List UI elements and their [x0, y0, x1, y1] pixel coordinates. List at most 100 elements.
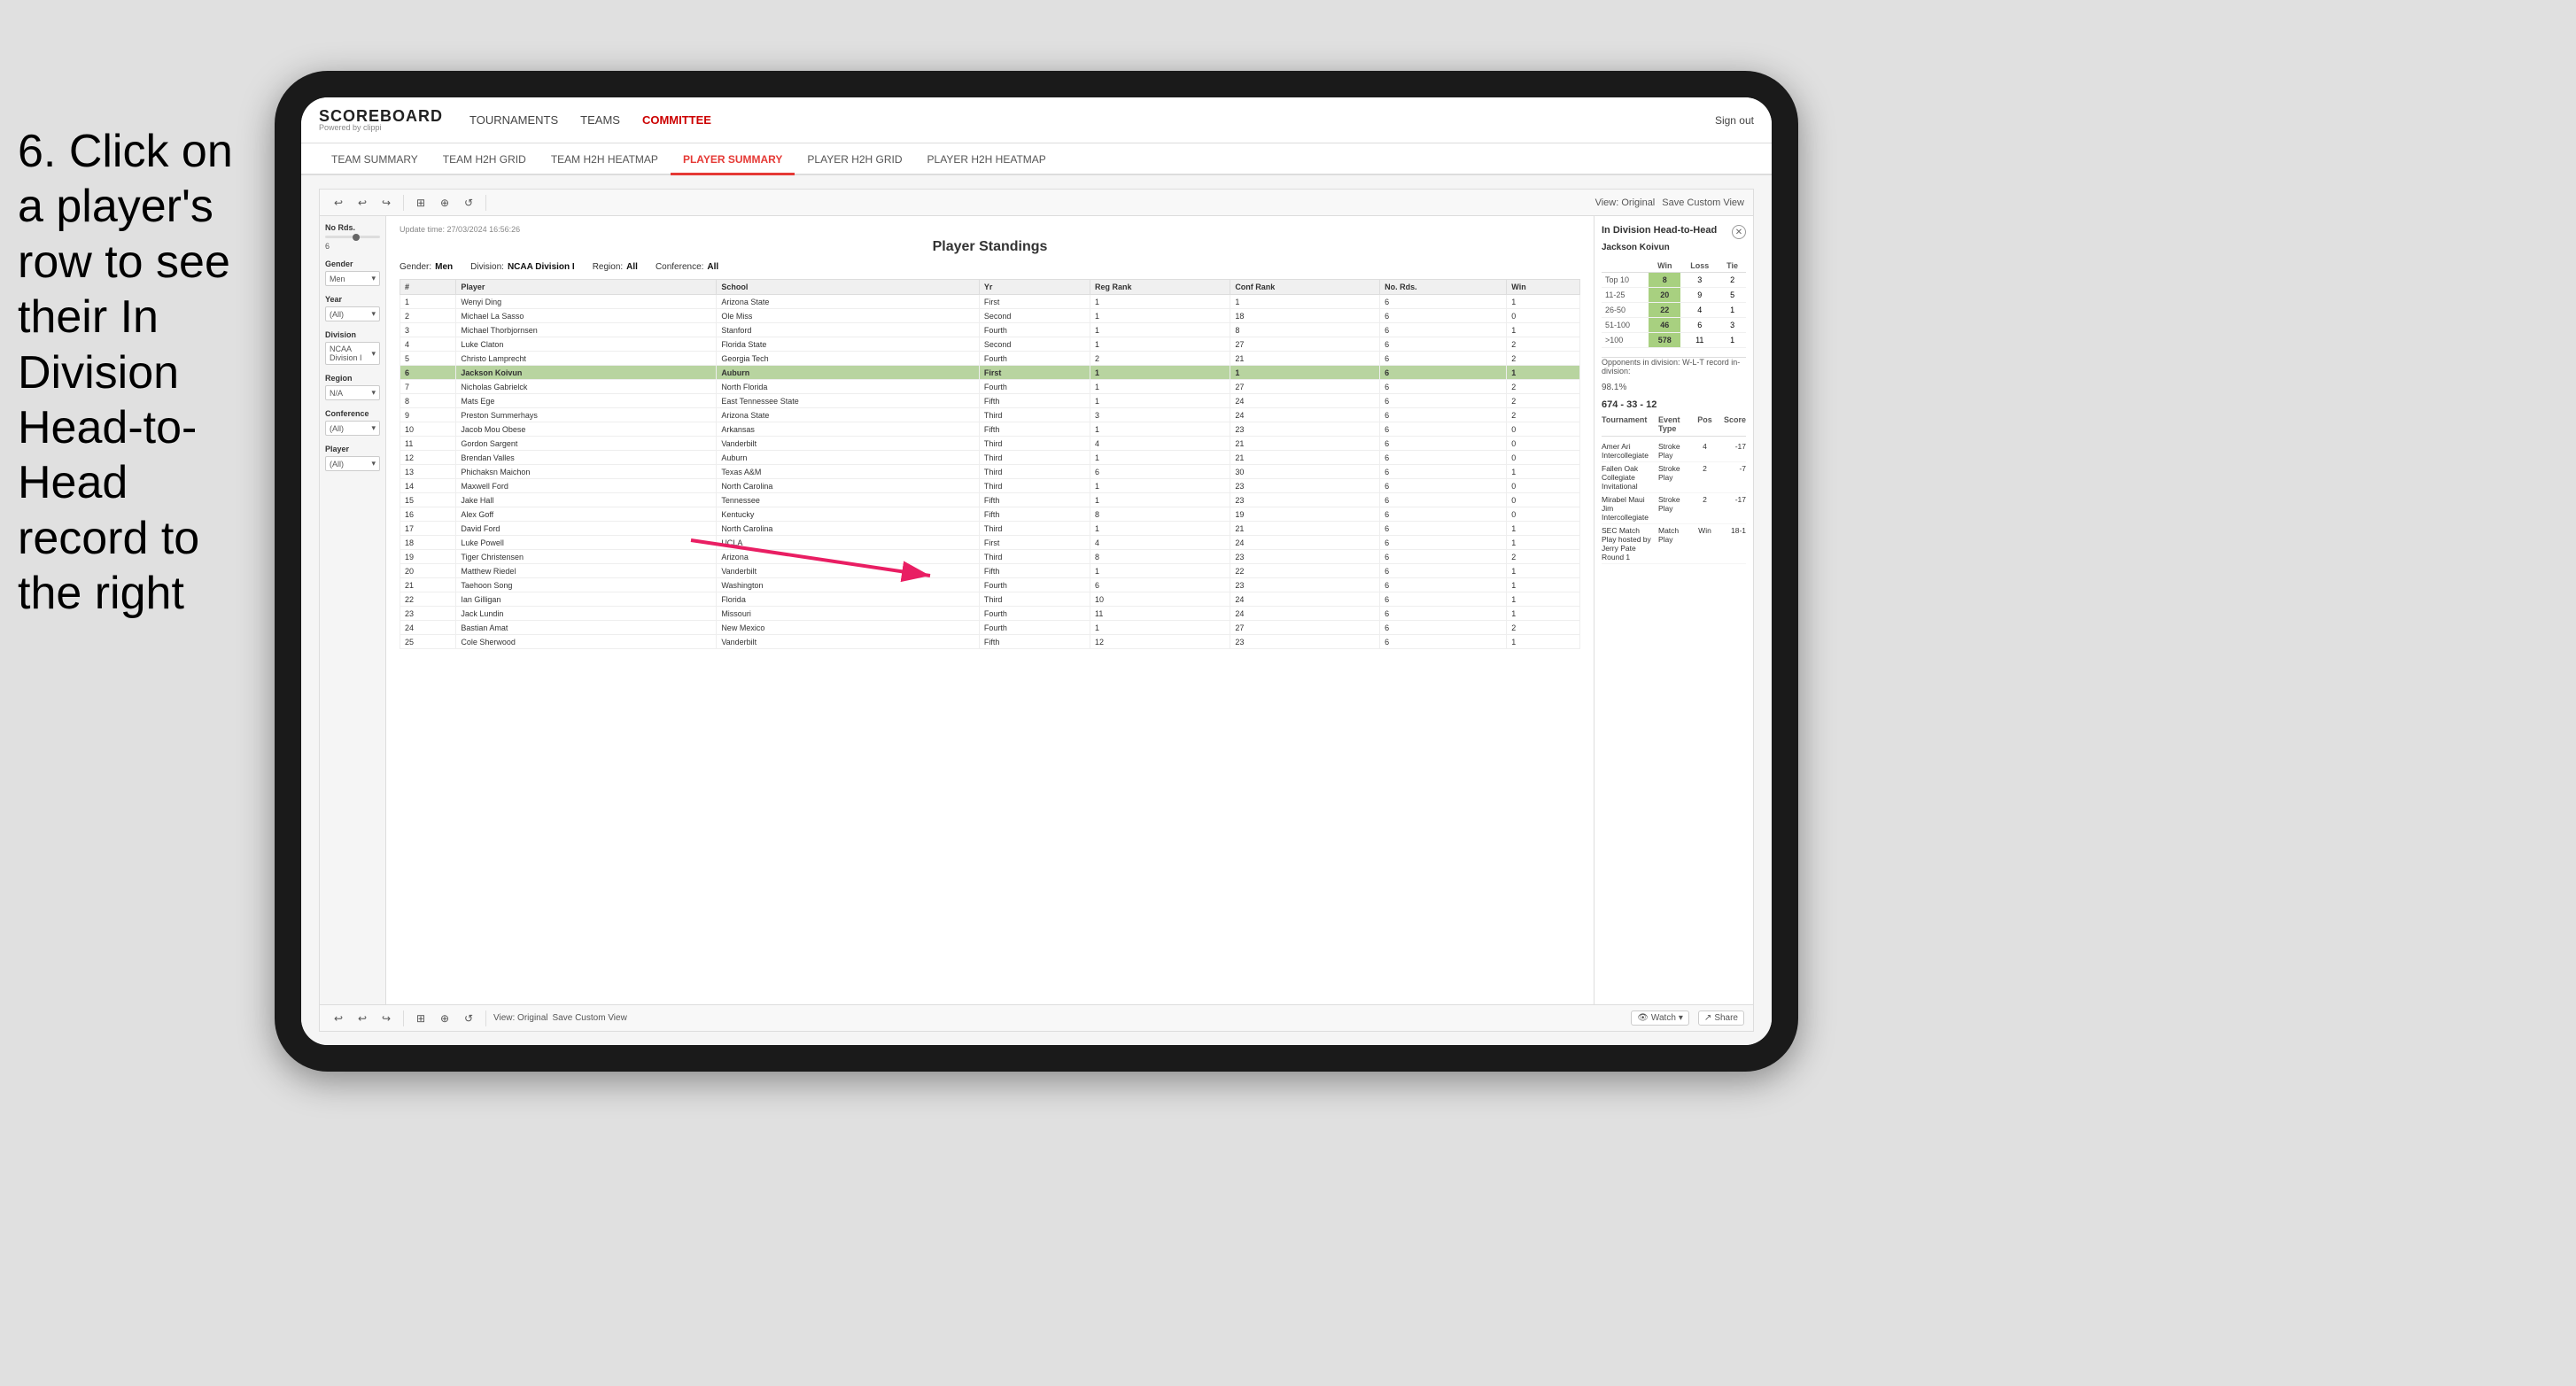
cell-reg-rank: 1: [1090, 394, 1230, 408]
h2h-loss: 3: [1680, 273, 1719, 288]
cell-conf-rank: 22: [1230, 564, 1380, 578]
table-row[interactable]: 17 David Ford North Carolina Third 1 21 …: [400, 522, 1580, 536]
table-row[interactable]: 1 Wenyi Ding Arizona State First 1 1 6 1: [400, 295, 1580, 309]
h2h-tie: 3: [1719, 318, 1746, 333]
table-row[interactable]: 7 Nicholas Gabrielck North Florida Fourt…: [400, 380, 1580, 394]
filter-region-chevron: ▾: [371, 388, 376, 398]
tab-team-summary[interactable]: TEAM SUMMARY: [319, 146, 431, 175]
cell-rank: 18: [400, 536, 456, 550]
cell-player: Preston Summerhays: [456, 408, 717, 422]
nav-teams[interactable]: TEAMS: [580, 110, 620, 130]
nav-tournaments[interactable]: TOURNAMENTS: [469, 110, 558, 130]
table-row[interactable]: 23 Jack Lundin Missouri Fourth 11 24 6 1: [400, 607, 1580, 621]
save-custom-view[interactable]: Save Custom View: [553, 1013, 627, 1023]
filter-player-chevron: ▾: [371, 459, 376, 468]
filter-conference: Conference (All) ▾: [325, 409, 380, 436]
share-button[interactable]: ↗ Share: [1698, 1010, 1744, 1026]
table-row[interactable]: 15 Jake Hall Tennessee Fifth 1 23 6 0: [400, 493, 1580, 507]
cell-win: 0: [1507, 309, 1580, 323]
table-row[interactable]: 10 Jacob Mou Obese Arkansas Fifth 1 23 6…: [400, 422, 1580, 437]
filter-region: Region N/A ▾: [325, 374, 380, 400]
table-row[interactable]: 3 Michael Thorbjornsen Stanford Fourth 1…: [400, 323, 1580, 337]
tab-player-summary[interactable]: PLAYER SUMMARY: [671, 146, 795, 175]
t-event: Stroke Play: [1658, 442, 1690, 460]
cell-rank: 20: [400, 564, 456, 578]
table-row[interactable]: 9 Preston Summerhays Arizona State Third…: [400, 408, 1580, 422]
table-row[interactable]: 14 Maxwell Ford North Carolina Third 1 2…: [400, 479, 1580, 493]
h2h-header: In Division Head-to-Head ✕: [1602, 225, 1746, 239]
filter-conference-value[interactable]: (All) ▾: [325, 421, 380, 436]
bottom-refresh[interactable]: ↺: [459, 1009, 478, 1028]
tab-player-h2h-grid[interactable]: PLAYER H2H GRID: [795, 146, 914, 175]
view-original-label[interactable]: View: Original: [1595, 197, 1656, 208]
filter-division-value[interactable]: NCAA Division I ▾: [325, 342, 380, 365]
cell-win: 1: [1507, 536, 1580, 550]
table-row[interactable]: 25 Cole Sherwood Vanderbilt Fifth 12 23 …: [400, 635, 1580, 649]
table-row[interactable]: 8 Mats Ege East Tennessee State Fifth 1 …: [400, 394, 1580, 408]
cell-no-rds: 6: [1380, 295, 1507, 309]
cell-no-rds: 6: [1380, 337, 1507, 352]
table-row[interactable]: 12 Brendan Valles Auburn Third 1 21 6 0: [400, 451, 1580, 465]
table-row[interactable]: 6 Jackson Koivun Auburn First 1 1 6 1: [400, 366, 1580, 380]
undo-button[interactable]: ↩: [329, 193, 348, 213]
zoom-in-button[interactable]: ⊕: [435, 193, 454, 213]
bottom-fit[interactable]: ⊞: [411, 1009, 431, 1028]
table-row[interactable]: 21 Taehoon Song Washington Fourth 6 23 6…: [400, 578, 1580, 592]
nav-committee[interactable]: COMMITTEE: [642, 110, 711, 130]
watch-button[interactable]: 👁 Watch ▾: [1631, 1010, 1689, 1026]
bottom-redo1[interactable]: ↩: [353, 1009, 372, 1028]
filter-region-value[interactable]: N/A ▾: [325, 385, 380, 400]
bottom-redo2[interactable]: ↪: [376, 1009, 396, 1028]
table-row[interactable]: 18 Luke Powell UCLA First 4 24 6 1: [400, 536, 1580, 550]
cell-school: North Florida: [717, 380, 980, 394]
cell-school: Vanderbilt: [717, 437, 980, 451]
cell-no-rds: 6: [1380, 366, 1507, 380]
tab-team-h2h-heatmap[interactable]: TEAM H2H HEATMAP: [539, 146, 671, 175]
sign-out-button[interactable]: Sign out: [1715, 114, 1754, 127]
table-row[interactable]: 5 Christo Lamprecht Georgia Tech Fourth …: [400, 352, 1580, 366]
bottom-zoom[interactable]: ⊕: [435, 1009, 454, 1028]
cell-no-rds: 6: [1380, 451, 1507, 465]
redo-button-2[interactable]: ↪: [376, 193, 396, 213]
cell-player: Michael La Sasso: [456, 309, 717, 323]
cell-yr: Third: [979, 592, 1090, 607]
table-row[interactable]: 20 Matthew Riedel Vanderbilt Fifth 1 22 …: [400, 564, 1580, 578]
table-row[interactable]: 16 Alex Goff Kentucky Fifth 8 19 6 0: [400, 507, 1580, 522]
h2h-close-button[interactable]: ✕: [1732, 225, 1746, 239]
tab-team-h2h-grid[interactable]: TEAM H2H GRID: [431, 146, 539, 175]
filter-player-value[interactable]: (All) ▾: [325, 456, 380, 471]
filter-no-rds-slider[interactable]: [325, 236, 380, 238]
refresh-button[interactable]: ↺: [459, 193, 478, 213]
cell-school: Vanderbilt: [717, 635, 980, 649]
view-label[interactable]: View: Original: [493, 1013, 548, 1023]
save-custom-label[interactable]: Save Custom View: [1662, 197, 1744, 208]
redo-button-1[interactable]: ↩: [353, 193, 372, 213]
cell-rank: 22: [400, 592, 456, 607]
filter-gender-value[interactable]: Men ▾: [325, 271, 380, 286]
cell-school: Ole Miss: [717, 309, 980, 323]
table-row[interactable]: 2 Michael La Sasso Ole Miss Second 1 18 …: [400, 309, 1580, 323]
table-row[interactable]: 22 Ian Gilligan Florida Third 10 24 6 1: [400, 592, 1580, 607]
cell-conf-rank: 18: [1230, 309, 1380, 323]
table-row[interactable]: 4 Luke Claton Florida State Second 1 27 …: [400, 337, 1580, 352]
cell-win: 1: [1507, 592, 1580, 607]
table-row[interactable]: 19 Tiger Christensen Arizona Third 8 23 …: [400, 550, 1580, 564]
tab-player-h2h-heatmap[interactable]: PLAYER H2H HEATMAP: [915, 146, 1059, 175]
report-toolbar: ↩ ↩ ↪ ⊞ ⊕ ↺ View: Original Save Custom V…: [320, 190, 1753, 216]
cell-conf-rank: 24: [1230, 536, 1380, 550]
cell-rank: 6: [400, 366, 456, 380]
cell-player: Mats Ege: [456, 394, 717, 408]
cell-no-rds: 6: [1380, 465, 1507, 479]
table-row[interactable]: 13 Phichaksn Maichon Texas A&M Third 6 3…: [400, 465, 1580, 479]
cell-player: Maxwell Ford: [456, 479, 717, 493]
table-row[interactable]: 24 Bastian Amat New Mexico Fourth 1 27 6…: [400, 621, 1580, 635]
filter-year-value[interactable]: (All) ▾: [325, 306, 380, 321]
gender-filter-display: Gender: Men: [400, 262, 453, 272]
bottom-undo[interactable]: ↩: [329, 1009, 348, 1028]
cell-yr: Second: [979, 309, 1090, 323]
cell-conf-rank: 27: [1230, 337, 1380, 352]
cell-school: Florida: [717, 592, 980, 607]
logo-area: SCOREBOARD Powered by clippi: [319, 108, 443, 132]
table-row[interactable]: 11 Gordon Sargent Vanderbilt Third 4 21 …: [400, 437, 1580, 451]
fit-button[interactable]: ⊞: [411, 193, 431, 213]
